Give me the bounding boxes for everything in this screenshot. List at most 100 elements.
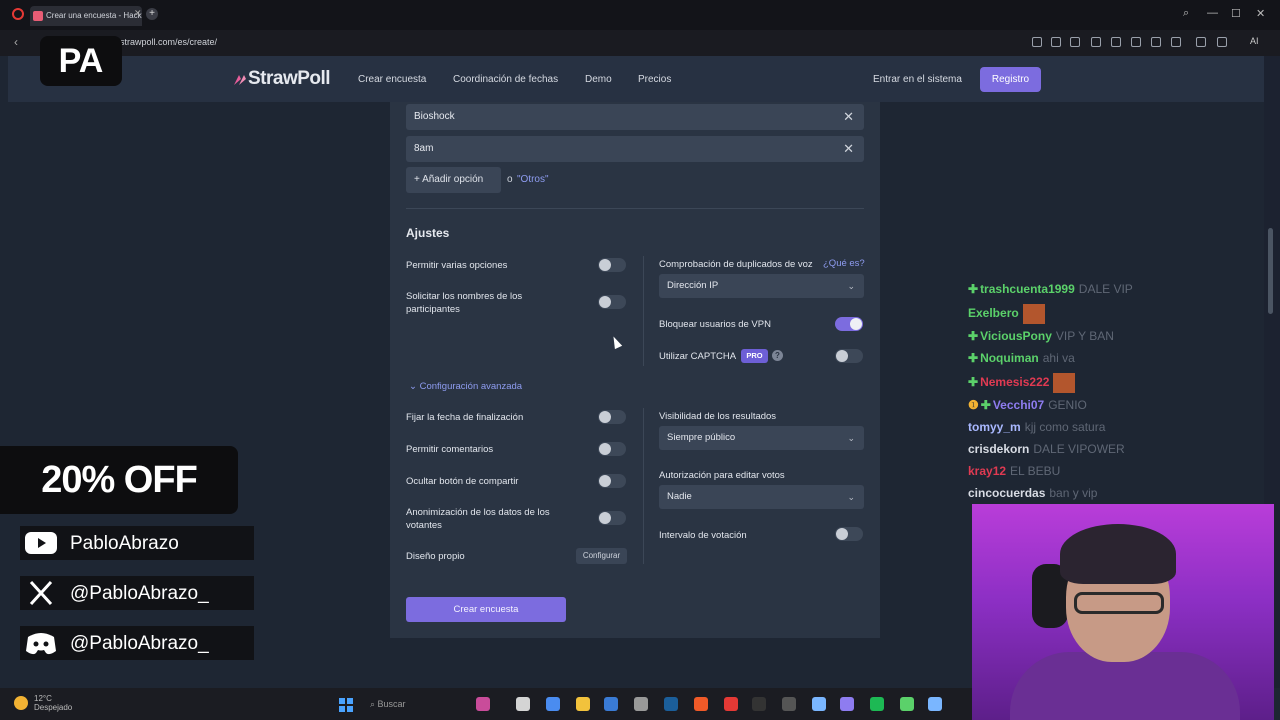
comments-toggle[interactable]	[598, 442, 626, 456]
chat-message: ✚ Nemesis222	[968, 373, 1076, 393]
app-icon[interactable]	[634, 697, 648, 711]
download-icon[interactable]	[1131, 37, 1141, 47]
login-link[interactable]: Entrar en el sistema	[873, 74, 962, 85]
captcha-toggle[interactable]	[835, 349, 863, 363]
maximize-button[interactable]: ☐	[1231, 7, 1241, 20]
block-vpn-toggle[interactable]	[835, 317, 863, 331]
site-logo[interactable]: StrawPoll	[248, 68, 331, 90]
spotify-icon[interactable]	[870, 697, 884, 711]
custom-design-label: Diseño propio	[406, 551, 465, 562]
opera-icon[interactable]	[12, 8, 24, 20]
remove-option-icon[interactable]: ✕	[843, 104, 854, 130]
app-icon[interactable]	[782, 697, 796, 711]
chat-username: cincocuerdas	[968, 486, 1046, 500]
minimize-button[interactable]: —	[1207, 7, 1218, 19]
x-icon	[29, 580, 53, 606]
app-icon[interactable]	[900, 697, 914, 711]
play-icon[interactable]	[1091, 37, 1101, 47]
site-header	[8, 56, 1264, 102]
anonymize-label: Anonimización de los datos de los votant…	[406, 507, 550, 531]
voting-interval-toggle[interactable]	[835, 527, 863, 541]
comments-label: Permitir comentarios	[406, 444, 494, 455]
copilot-icon[interactable]	[546, 697, 560, 711]
app-icon[interactable]	[476, 697, 490, 711]
poll-option-value: 8am	[414, 143, 434, 154]
duplicate-check-help-link[interactable]: ¿Qué es?	[823, 258, 865, 269]
obs-icon[interactable]	[752, 697, 766, 711]
edit-votes-select[interactable]: Nadie ⌄	[659, 485, 864, 509]
poll-option-input[interactable]: 8am ✕	[406, 136, 864, 162]
badge-icon: ✚	[968, 375, 979, 390]
weather-icon[interactable]	[14, 696, 28, 710]
edit-votes-label: Autorización para editar votos	[659, 470, 785, 481]
add-option-button[interactable]: + Añadir opción	[406, 167, 501, 193]
webcam-hair	[1060, 524, 1176, 584]
app-icon[interactable]	[516, 697, 530, 711]
nav-demo[interactable]: Demo	[585, 74, 612, 85]
chevron-down-icon: ⌄	[409, 381, 420, 392]
brave-icon[interactable]	[694, 697, 708, 711]
hide-share-toggle[interactable]	[598, 474, 626, 488]
captcha-label: Utilizar CAPTCHA	[659, 351, 737, 362]
opera-taskbar-icon[interactable]	[724, 697, 738, 711]
app-icon[interactable]	[928, 697, 942, 711]
browser-search-icon[interactable]: ⌕	[1183, 7, 1189, 20]
menu-icon[interactable]	[1151, 37, 1161, 47]
url-field[interactable]: strawpoll.com/es/create/	[120, 37, 217, 47]
participant-names-toggle[interactable]	[598, 295, 626, 309]
chat-message: cincocuerdas ban y vip	[968, 486, 1097, 500]
tab-close-icon[interactable]: ✕	[134, 8, 142, 19]
camera-icon[interactable]	[1051, 37, 1061, 47]
nav-coordinacion-fechas[interactable]: Coordinación de fechas	[453, 74, 558, 85]
chat-text: ban y vip	[1049, 486, 1098, 500]
heart-icon[interactable]	[1111, 37, 1121, 47]
settings-icon[interactable]	[1217, 37, 1227, 47]
shield-icon[interactable]	[1070, 37, 1080, 47]
settings-heading: Ajustes	[406, 226, 450, 240]
anonymize-toggle[interactable]	[598, 511, 626, 525]
multiple-choice-toggle[interactable]	[598, 258, 626, 272]
edit-icon[interactable]	[1032, 37, 1042, 47]
strawpoll-logo-icon	[234, 75, 246, 85]
configure-button[interactable]: Configurar	[576, 548, 627, 564]
account-icon[interactable]	[1171, 37, 1181, 47]
nav-precios[interactable]: Precios	[638, 74, 671, 85]
new-tab-button[interactable]: +	[146, 8, 158, 20]
chat-message: ✚ trashcuenta1999 DALE VIP	[968, 282, 1133, 296]
close-window-button[interactable]: ✕	[1256, 7, 1265, 20]
chat-message: tomyy_m kjj como satura	[968, 420, 1105, 434]
scrollbar-thumb[interactable]	[1268, 228, 1273, 314]
steam-icon[interactable]	[664, 697, 678, 711]
edge-icon[interactable]	[604, 697, 618, 711]
poll-option-input[interactable]: Bioshock ✕	[406, 104, 864, 130]
windows-start-icon[interactable]	[339, 698, 353, 712]
remove-option-icon[interactable]: ✕	[843, 136, 854, 162]
back-arrow-icon[interactable]: ‹	[14, 35, 18, 49]
edit-votes-value: Nadie	[667, 491, 692, 502]
advanced-settings-toggle[interactable]: ⌄ Configuración avanzada	[409, 381, 522, 392]
x-handle: @PabloAbrazo_	[70, 583, 209, 604]
app-icon[interactable]	[812, 697, 826, 711]
help-icon[interactable]: ?	[772, 350, 783, 361]
browser-tab-bar: Crear una encuesta - Hack ✕ + ⌕ — ☐ ✕	[0, 0, 1280, 30]
end-date-toggle[interactable]	[598, 410, 626, 424]
youtube-icon	[25, 532, 57, 554]
file-explorer-icon[interactable]	[576, 697, 590, 711]
extension-icon[interactable]	[1196, 37, 1206, 47]
nav-crear-encuesta[interactable]: Crear encuesta	[358, 74, 426, 85]
register-button[interactable]: Registro	[980, 67, 1041, 92]
discord-taskbar-icon[interactable]	[840, 697, 854, 711]
chat-username: crisdekorn	[968, 442, 1030, 456]
ai-button[interactable]: AI	[1250, 36, 1259, 46]
chevron-down-icon: ⌄	[847, 281, 855, 291]
results-visibility-value: Siempre público	[667, 432, 736, 443]
participant-names-label: Solicitar los nombres de los participant…	[406, 291, 523, 315]
browser-tab[interactable]: Crear una encuesta - Hack	[30, 6, 142, 26]
duplicate-check-select[interactable]: Dirección IP ⌄	[659, 274, 864, 298]
taskbar-search[interactable]: ⌕ Buscar	[370, 699, 406, 710]
create-poll-button[interactable]: Crear encuesta	[406, 597, 566, 622]
add-other-option-link[interactable]: "Otros"	[517, 174, 549, 185]
weather-temp: 12°C	[34, 694, 52, 703]
weather-widget[interactable]: 12°C Despejado	[34, 694, 72, 712]
results-visibility-select[interactable]: Siempre público ⌄	[659, 426, 864, 450]
